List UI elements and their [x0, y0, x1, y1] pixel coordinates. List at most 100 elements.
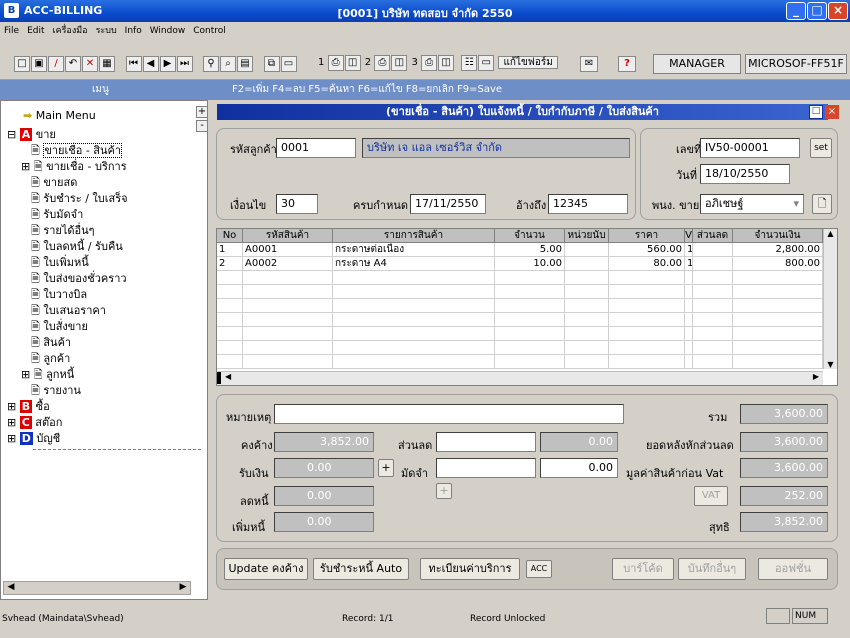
empty-cell[interactable]	[609, 285, 685, 299]
col-no[interactable]: No	[217, 229, 243, 243]
col-desc[interactable]: รายการสินค้า	[333, 229, 495, 243]
table-cell[interactable]: 1	[685, 243, 693, 257]
col-unit[interactable]: หน่วยนับ	[565, 229, 609, 243]
empty-cell[interactable]	[565, 313, 609, 327]
table-cell[interactable]: 2,800.00	[733, 243, 823, 257]
ref-input[interactable]: 12345	[548, 194, 628, 214]
preview-icon-3[interactable]: ◫	[438, 55, 455, 71]
empty-cell[interactable]	[243, 299, 333, 313]
scroll-down-icon[interactable]: ▼	[824, 360, 837, 369]
empty-cell[interactable]	[693, 341, 733, 355]
table-icon[interactable]: ▦	[99, 56, 115, 72]
empty-cell[interactable]	[217, 355, 243, 369]
close-button[interactable]: ×	[828, 2, 848, 20]
col-price[interactable]: ราคา	[609, 229, 685, 243]
discount-input[interactable]	[436, 432, 536, 452]
empty-cell[interactable]	[685, 327, 693, 341]
paste-icon[interactable]: ▭	[280, 56, 297, 72]
set-button[interactable]: set	[810, 138, 832, 158]
empty-cell[interactable]	[685, 355, 693, 369]
col-qty[interactable]: จำนวน	[495, 229, 565, 243]
table-cell[interactable]: 560.00	[609, 243, 685, 257]
empty-cell[interactable]	[693, 271, 733, 285]
empty-cell[interactable]	[565, 285, 609, 299]
monitor-icon[interactable]: ▭	[478, 55, 495, 71]
chevron-down-icon[interactable]: ▾	[793, 195, 799, 213]
grid-vscrollbar[interactable]: ▲ ▼	[823, 229, 837, 369]
main-menu-item[interactable]: ➡ Main Menu	[23, 109, 96, 122]
empty-cell[interactable]	[733, 327, 823, 341]
empty-cell[interactable]	[495, 327, 565, 341]
acc-button[interactable]: ACC	[526, 560, 552, 578]
table-cell[interactable]: 5.00	[495, 243, 565, 257]
table-cell[interactable]	[693, 243, 733, 257]
col-vat[interactable]: V	[685, 229, 693, 243]
table-cell[interactable]: 80.00	[609, 257, 685, 271]
find-icon[interactable]: ⚲	[203, 56, 219, 72]
doc-no-input[interactable]: IV50-00001	[700, 138, 800, 158]
print-icon-2[interactable]: ⎙	[374, 55, 391, 71]
add-receive-button[interactable]: +	[378, 459, 394, 477]
next-record-icon[interactable]: ▶	[159, 56, 176, 72]
minimize-button[interactable]: _	[786, 2, 806, 20]
sidebar-collapse-button[interactable]: -	[196, 120, 208, 132]
empty-cell[interactable]	[495, 285, 565, 299]
save-icon[interactable]: ▣	[31, 56, 47, 72]
edit-icon[interactable]: /	[48, 56, 64, 72]
table-cell[interactable]: 800.00	[733, 257, 823, 271]
grid-hscrollbar[interactable]: ◀ ▶	[217, 371, 823, 385]
first-record-icon[interactable]: ⏮	[125, 56, 142, 72]
empty-cell[interactable]	[217, 327, 243, 341]
empty-cell[interactable]	[565, 327, 609, 341]
table-cell[interactable]: กระดาษต่อเนื่อง	[333, 243, 495, 257]
barcode-button[interactable]: บาร์โค้ด	[612, 558, 674, 580]
copy-icon[interactable]: ⧉	[263, 56, 280, 72]
table-cell[interactable]	[693, 257, 733, 271]
empty-cell[interactable]	[217, 299, 243, 313]
maximize-button[interactable]: □	[807, 2, 827, 20]
customer-code-input[interactable]: 0001	[276, 138, 356, 158]
vat-button[interactable]: VAT	[694, 486, 728, 506]
layout-icon[interactable]: ☷	[461, 55, 478, 71]
empty-cell[interactable]	[217, 313, 243, 327]
empty-cell[interactable]	[685, 313, 693, 327]
grid-scroll-left-icon[interactable]: ◀	[225, 372, 231, 381]
empty-cell[interactable]	[693, 285, 733, 299]
empty-cell[interactable]	[693, 299, 733, 313]
scroll-thumb[interactable]	[217, 372, 221, 384]
empty-cell[interactable]	[217, 285, 243, 299]
empty-cell[interactable]	[609, 313, 685, 327]
table-cell[interactable]: กระดาษ A4	[333, 257, 495, 271]
empty-cell[interactable]	[565, 341, 609, 355]
preview-icon[interactable]: ◫	[344, 55, 361, 71]
sidebar-expand-button[interactable]: +	[196, 106, 208, 118]
empty-cell[interactable]	[243, 327, 333, 341]
zoom-icon[interactable]: ⌕	[220, 56, 236, 72]
empty-cell[interactable]	[333, 313, 495, 327]
empty-cell[interactable]	[733, 355, 823, 369]
empty-cell[interactable]	[565, 355, 609, 369]
table-cell[interactable]	[565, 243, 609, 257]
date-input[interactable]: 18/10/2550	[700, 164, 790, 184]
edit-form-button[interactable]: แก้ไขฟอร์ม	[498, 56, 558, 69]
print-icon[interactable]: ⎙	[327, 55, 344, 71]
empty-cell[interactable]	[243, 285, 333, 299]
due-date-input[interactable]: 17/11/2550	[410, 194, 486, 214]
new-doc-icon[interactable]: □	[14, 56, 30, 72]
add-deposit-button[interactable]: +	[436, 483, 452, 499]
new-page-icon[interactable]: 🗋	[812, 194, 832, 214]
col-discount[interactable]: ส่วนลด	[693, 229, 733, 243]
empty-cell[interactable]	[685, 271, 693, 285]
col-code[interactable]: รหัสสินค้า	[243, 229, 333, 243]
table-cell[interactable]: A0002	[243, 257, 333, 271]
sidebar-scrollbar[interactable]: ◀ ▶	[3, 581, 191, 595]
empty-cell[interactable]	[685, 341, 693, 355]
empty-cell[interactable]	[333, 327, 495, 341]
credit-input[interactable]: 30	[276, 194, 318, 214]
deposit-amount[interactable]: 0.00	[540, 458, 618, 478]
empty-cell[interactable]	[733, 271, 823, 285]
table-cell[interactable]	[565, 257, 609, 271]
prev-record-icon[interactable]: ◀	[142, 56, 159, 72]
empty-cell[interactable]	[243, 271, 333, 285]
scroll-up-icon[interactable]: ▲	[824, 229, 837, 238]
